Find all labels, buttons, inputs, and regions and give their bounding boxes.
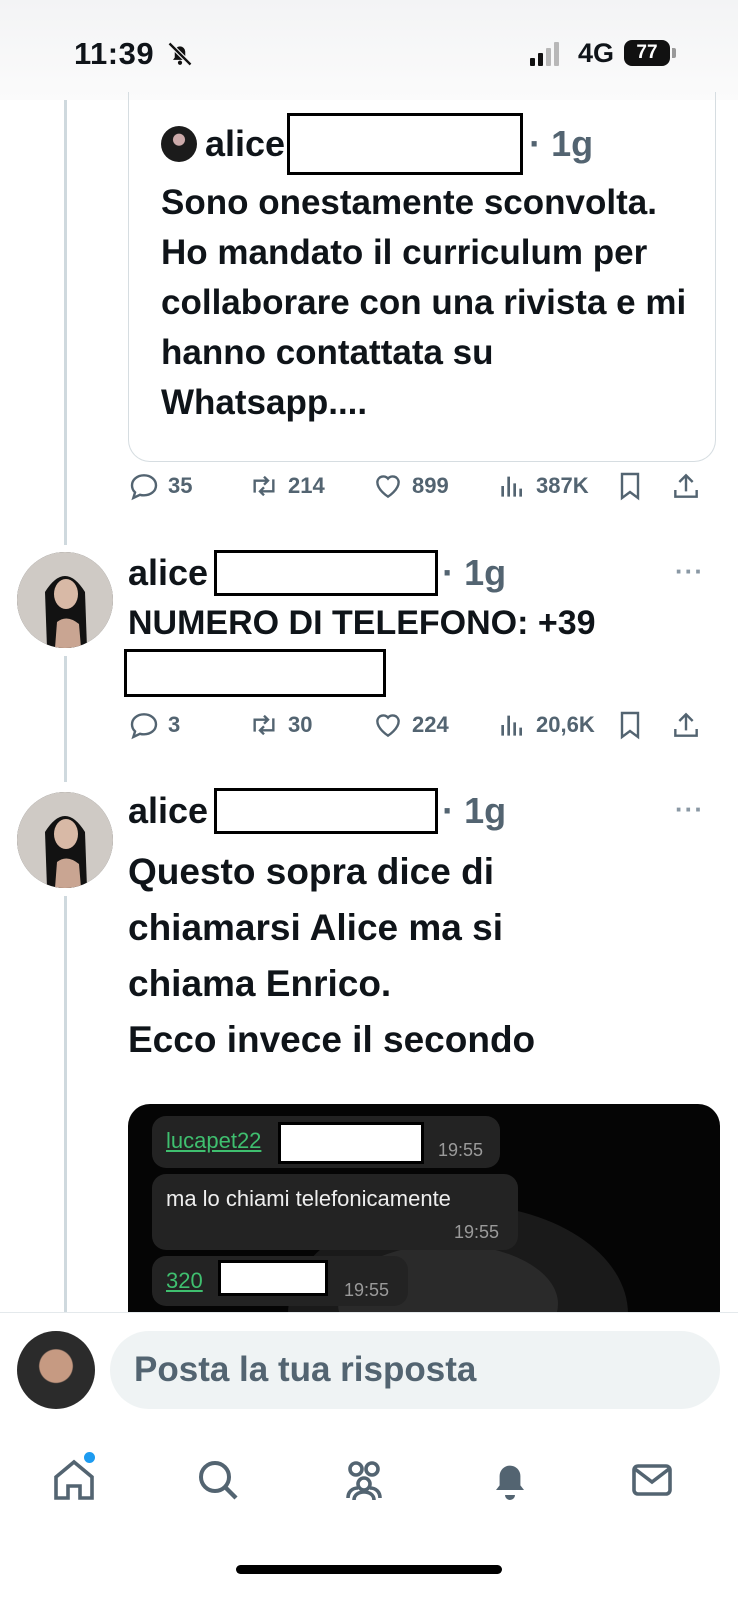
bookmark-icon xyxy=(620,711,640,740)
notification-dot xyxy=(84,1452,95,1463)
more-options-icon[interactable]: ··· xyxy=(675,556,704,587)
repost-icon xyxy=(253,714,275,736)
bookmark-icon xyxy=(620,472,640,501)
post-header: alice · 1g xyxy=(128,548,506,598)
chat-bubble: lucapet22 19:55 xyxy=(152,1116,500,1168)
battery-cap xyxy=(672,48,676,58)
post-actions: 3 30 224 20,6K xyxy=(128,709,720,749)
redaction-box xyxy=(124,649,386,697)
nav-home[interactable] xyxy=(50,1456,98,1504)
avatar-photo xyxy=(17,792,113,888)
views-count: 20,6K xyxy=(536,712,595,737)
bell-off-icon xyxy=(167,41,193,67)
redaction-box xyxy=(287,113,524,175)
status-bar: 11:39 4G 77 xyxy=(0,0,738,100)
reply-input[interactable]: Posta la tua risposta xyxy=(110,1331,720,1409)
post-text-line: chiama Enrico. xyxy=(128,963,392,1004)
nav-notifications[interactable] xyxy=(486,1456,534,1504)
battery-icon: 77 xyxy=(624,40,670,66)
share-icon xyxy=(674,712,698,737)
home-indicator xyxy=(236,1565,502,1574)
bottom-nav xyxy=(0,1420,738,1600)
repost-button[interactable]: 30 xyxy=(248,709,312,741)
post-time: · 1g xyxy=(442,790,507,831)
chat-bubble: ma lo chiami telefonicamente 19:55 xyxy=(152,1174,518,1250)
reply-count: 3 xyxy=(168,712,181,737)
views-button[interactable]: 20,6K xyxy=(496,709,595,741)
post-text-line: Ecco invece il secondo xyxy=(128,1019,536,1060)
avatar xyxy=(161,126,197,162)
author-name[interactable]: alice xyxy=(128,552,208,594)
share-button[interactable] xyxy=(670,709,702,741)
reply-count: 35 xyxy=(168,473,193,498)
post-text-line: chiamarsi Alice ma si xyxy=(128,907,504,948)
reply-composer: Posta la tua risposta xyxy=(0,1312,738,1416)
post-time: · 1g xyxy=(442,552,507,593)
post-media-image[interactable]: lucapet22 19:55 ma lo chiami telefonicam… xyxy=(128,1104,720,1314)
post-text-line: Questo sopra dice di xyxy=(128,851,494,892)
nav-communities[interactable] xyxy=(340,1456,388,1504)
quoted-post-card[interactable]: alice · 1g Sono onestamente sconvolta. H… xyxy=(128,92,716,462)
messages-icon xyxy=(632,1464,672,1496)
message-time: 19:55 xyxy=(438,1140,484,1160)
thread-line xyxy=(64,100,67,545)
post-time: · 1g xyxy=(529,123,594,164)
status-time: 11:39 xyxy=(74,36,155,71)
search-icon xyxy=(199,1461,238,1500)
heart-icon xyxy=(376,714,400,738)
like-button[interactable]: 899 xyxy=(372,470,449,502)
redaction-box xyxy=(218,1260,328,1296)
home-icon xyxy=(54,1459,94,1500)
views-count: 387K xyxy=(536,473,589,498)
chat-bubble: 320 19:55 xyxy=(152,1256,408,1306)
share-button[interactable] xyxy=(670,470,702,502)
share-icon xyxy=(674,473,698,498)
redaction-box xyxy=(214,550,439,596)
contact-link[interactable]: lucapet22 xyxy=(166,1128,261,1154)
notifications-icon xyxy=(496,1465,524,1500)
author-name[interactable]: alice xyxy=(205,123,285,165)
more-options-icon[interactable]: ··· xyxy=(675,794,704,825)
user-avatar[interactable] xyxy=(17,1331,95,1409)
reply-icon xyxy=(130,474,158,501)
reply-button[interactable]: 3 xyxy=(128,709,180,741)
post-2[interactable]: alice · 1g ··· Questo sopra dice di chia… xyxy=(0,786,738,1086)
avatar[interactable] xyxy=(17,792,113,888)
bookmark-button[interactable] xyxy=(614,709,646,741)
post-actions: 35 214 899 387K xyxy=(128,470,720,510)
message-time: 19:55 xyxy=(454,1222,500,1242)
phone-link[interactable]: 320 xyxy=(166,1268,203,1294)
author-name[interactable]: alice xyxy=(128,790,208,832)
avatar[interactable] xyxy=(17,552,113,648)
network-type: 4G xyxy=(578,38,615,68)
views-button[interactable]: 387K xyxy=(496,470,589,502)
message-text: ma lo chiami telefonicamente xyxy=(166,1186,451,1211)
redaction-box xyxy=(278,1122,424,1164)
post-text: Questo sopra dice di chiamarsi Alice ma … xyxy=(128,844,535,1068)
reply-button[interactable]: 35 xyxy=(128,470,192,502)
nav-search[interactable] xyxy=(194,1456,242,1504)
quoted-post-header: alice · 1g xyxy=(161,113,594,175)
redaction-box xyxy=(214,788,439,834)
repost-icon xyxy=(253,475,275,497)
avatar-photo xyxy=(17,552,113,648)
bookmark-button[interactable] xyxy=(614,470,646,502)
like-count: 224 xyxy=(412,712,449,737)
nav-messages[interactable] xyxy=(628,1456,676,1504)
like-button[interactable]: 224 xyxy=(372,709,449,741)
quoted-post-text: Sono onestamente sconvolta. Ho mandato i… xyxy=(161,183,687,422)
repost-button[interactable]: 214 xyxy=(248,470,325,502)
views-icon xyxy=(501,476,522,497)
heart-icon xyxy=(376,475,400,499)
communities-icon xyxy=(346,1461,382,1501)
signal-icon xyxy=(530,42,559,66)
message-time: 19:55 xyxy=(344,1280,390,1300)
views-icon xyxy=(501,715,522,736)
post-text: NUMERO DI TELEFONO: +39 xyxy=(128,604,596,642)
post-header: alice · 1g xyxy=(128,786,506,836)
repost-count: 214 xyxy=(288,473,325,498)
like-count: 899 xyxy=(412,473,449,498)
repost-count: 30 xyxy=(288,712,313,737)
reply-icon xyxy=(130,713,158,740)
